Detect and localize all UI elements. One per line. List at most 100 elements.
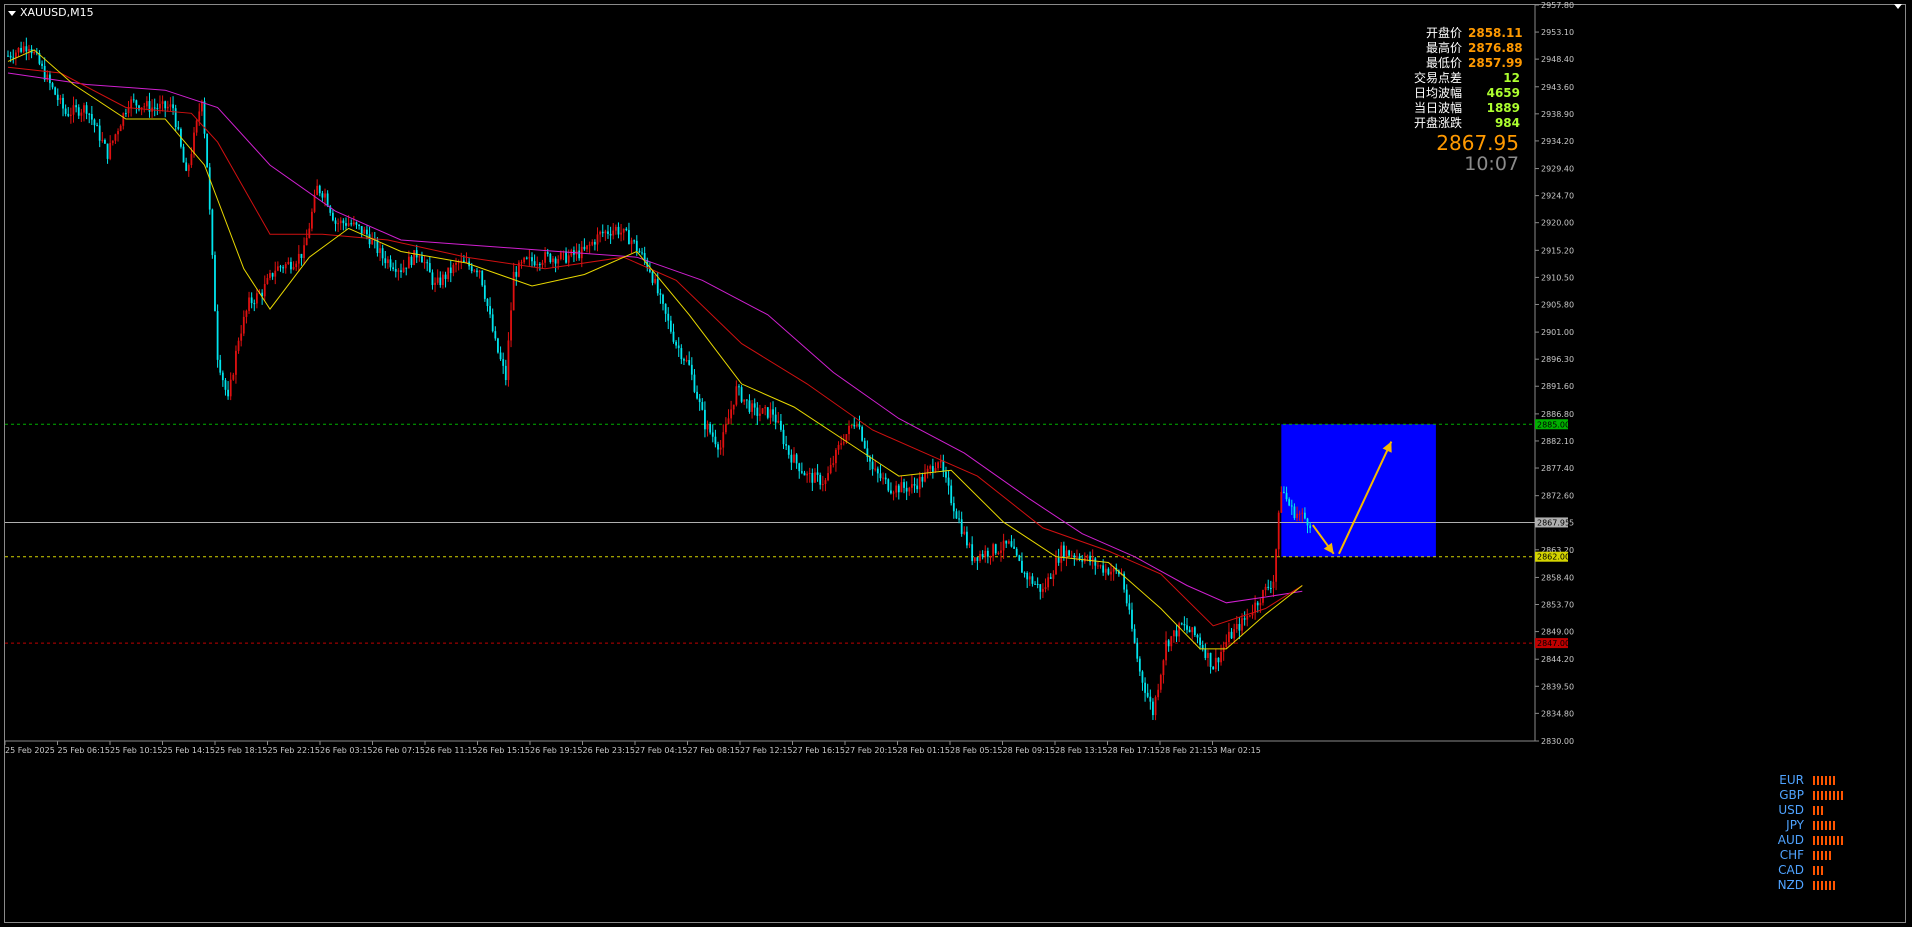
price-tick-label: 2877.40: [1541, 464, 1574, 473]
candle-body: [489, 306, 491, 315]
candle-body: [835, 449, 837, 464]
candle-body: [1144, 682, 1146, 693]
candle-body: [111, 140, 114, 143]
candle-body: [586, 245, 588, 250]
candle-body: [685, 360, 688, 362]
candle-body: [837, 444, 840, 450]
candle-body: [1212, 666, 1215, 670]
info-key: 日均波幅: [1413, 86, 1462, 100]
candle-body: [814, 472, 816, 483]
candle-body: [1026, 572, 1029, 580]
candle-body: [1293, 506, 1296, 519]
candle-body: [381, 248, 384, 259]
price-tick-label: 2943.60: [1541, 83, 1574, 92]
candle-body: [64, 108, 67, 114]
candle-body: [617, 226, 620, 235]
price-chart[interactable]: 2957.80 2953.10 2948.40 2943.60 2938.90 2934.…: [0, 0, 1912, 927]
candle-body: [1272, 581, 1275, 588]
candle-body: [1102, 565, 1105, 573]
candle-body: [465, 261, 468, 263]
price-tick-label: 2948.40: [1541, 55, 1574, 64]
candle-body: [132, 99, 135, 101]
time-tick-label: 25 Feb 14:15: [163, 746, 215, 755]
candle-body: [473, 270, 476, 272]
candle-body: [379, 248, 381, 254]
candle-body: [1264, 586, 1267, 591]
price-tick-label: 2938.90: [1541, 110, 1574, 119]
candle-body: [858, 424, 861, 427]
candle-body: [1238, 624, 1241, 631]
candle-body: [601, 231, 604, 234]
candle-body: [533, 261, 536, 266]
candle-body: [638, 250, 641, 253]
candle-body: [1062, 545, 1065, 558]
candle-body: [939, 460, 942, 463]
info-key: 最低价: [1425, 56, 1462, 70]
price-tick-label: 2915.20: [1541, 246, 1574, 255]
candle-body: [745, 399, 748, 401]
candle-body: [591, 241, 594, 245]
candle-body: [159, 103, 161, 109]
candle-body: [968, 544, 971, 546]
candle-body: [145, 101, 148, 107]
candle-body: [324, 193, 326, 198]
candle-body: [221, 372, 224, 381]
candle-body: [1209, 652, 1212, 667]
candle-body: [588, 244, 591, 246]
candle-body: [442, 274, 444, 286]
candle-body: [1133, 628, 1136, 643]
candle-body: [106, 143, 109, 159]
candle-body: [256, 293, 258, 304]
symbol-menu-icon[interactable]: [8, 10, 16, 16]
candle-body: [59, 97, 62, 100]
candle-body: [654, 279, 657, 283]
candle-body: [447, 267, 450, 279]
candle-body: [798, 463, 801, 472]
candle-body: [235, 350, 237, 375]
candle-body: [476, 270, 478, 273]
candle-body: [316, 185, 319, 196]
candle-body: [114, 134, 117, 141]
candle-body: [871, 461, 874, 470]
candle-body: [1167, 640, 1170, 647]
candle-body: [421, 256, 423, 263]
currency-name: CHF: [1779, 848, 1804, 862]
candle-body: [759, 413, 761, 416]
candle-body: [769, 409, 772, 418]
candle-body: [326, 193, 329, 207]
candle-body: [876, 468, 879, 474]
time-tick-label: 28 Feb 21:15: [1160, 746, 1212, 755]
chart-shift-marker-icon[interactable]: [1894, 4, 1902, 9]
info-row-open: 开盘价 2858.11: [1414, 26, 1523, 41]
candle-body: [1125, 589, 1128, 604]
time-tick-label: 25 Feb 18:15: [215, 746, 267, 755]
candle-body: [389, 259, 392, 268]
candle-body: [918, 476, 921, 490]
candle-body: [143, 106, 146, 108]
candle-body: [790, 454, 793, 463]
time-tick-label: 26 Feb 23:15: [583, 746, 635, 755]
time-tick-label: 25 Feb 22:15: [268, 746, 320, 755]
candle-body: [538, 264, 541, 266]
candle-body: [1157, 689, 1160, 698]
candle-body: [706, 423, 709, 430]
candle-body: [994, 544, 997, 554]
price-level-label: 2867.95: [1537, 518, 1570, 527]
candle-body: [688, 360, 691, 365]
candle-body: [1267, 586, 1270, 588]
candle-body: [507, 340, 510, 381]
candle-body: [305, 237, 308, 246]
candle-body: [366, 229, 368, 235]
candle-body: [1110, 571, 1112, 575]
candle-body: [811, 472, 814, 483]
candle-body: [478, 270, 481, 273]
candle-body: [976, 557, 979, 561]
currency-name: USD: [1778, 803, 1804, 817]
symbol-label[interactable]: XAUUSD,M15: [8, 6, 94, 19]
time-tick-label: 27 Feb 08:15: [688, 746, 740, 755]
candle-body: [966, 531, 968, 546]
candle-body: [455, 262, 457, 265]
candle-body: [711, 432, 714, 437]
candle-body: [981, 554, 984, 557]
candle-body: [93, 119, 96, 126]
